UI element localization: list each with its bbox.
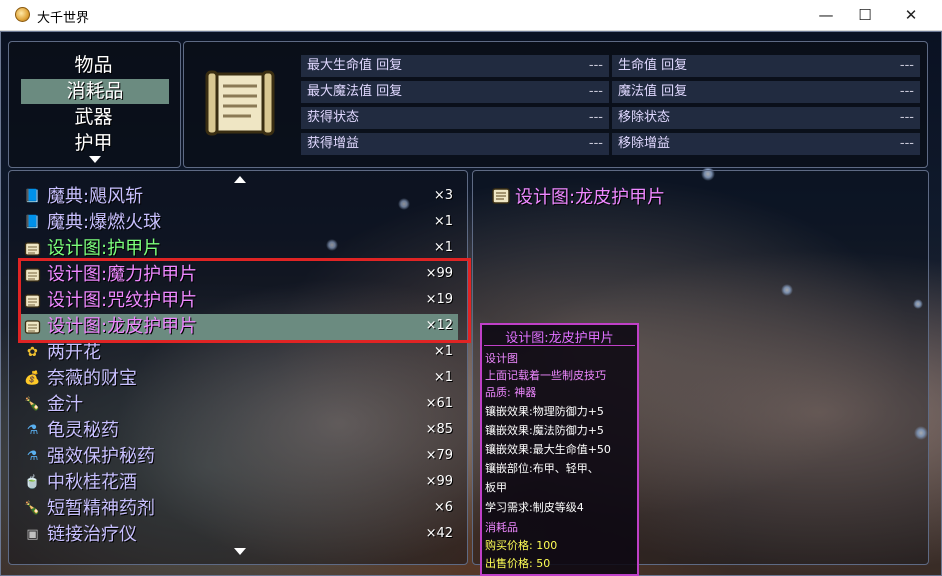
- item-count: ×42: [425, 526, 453, 541]
- potion-icon: ⚗: [26, 449, 39, 464]
- item-row[interactable]: 🍾 短暂精神药剂 ×6: [18, 496, 458, 522]
- item-row[interactable]: 📘 魔典:爆燃火球 ×1: [18, 210, 458, 236]
- category-scroll-down-icon[interactable]: [89, 156, 101, 163]
- item-name: 短暂精神药剂: [47, 498, 155, 519]
- item-name: 龟灵秘药: [47, 420, 119, 441]
- tooltip-title: 设计图:龙皮护甲片: [505, 331, 614, 346]
- item-count: ×99: [425, 474, 453, 489]
- item-count: ×3: [433, 188, 453, 203]
- item-name: 魔典:飓风斩: [47, 186, 144, 207]
- item-name: 两开花: [47, 342, 101, 363]
- game-viewport: 物品 消耗品 武器 护甲 最大生命值 回复 --- 最大魔法值 回复 --- 获得状…: [0, 31, 942, 576]
- tooltip-effect-3: 镶嵌效果:最大生命值+50: [485, 443, 611, 456]
- stat-max-mp-recovery: 最大魔法值 回复 ---: [301, 81, 609, 103]
- stat-remove-state: 移除状态 ---: [612, 107, 920, 129]
- window-titlebar: 大千世界 — ☐ ✕: [0, 0, 942, 31]
- bottle-icon: 🍾: [24, 397, 41, 412]
- item-row[interactable]: ▣ 链接治疗仪 ×42: [18, 522, 458, 548]
- item-name: 链接治疗仪: [47, 524, 137, 545]
- bottle-icon: 🍾: [24, 501, 41, 516]
- item-name: 中秋桂花酒: [47, 472, 137, 493]
- item-row[interactable]: 💰 奈薇的财宝 ×1: [18, 366, 458, 392]
- stat-gain-state: 获得状态 ---: [301, 107, 609, 129]
- app-logo-icon: [15, 7, 30, 22]
- category-weapons[interactable]: 武器: [9, 105, 178, 130]
- tooltip-effect-4: 镶嵌部位:布甲、轻甲、: [485, 462, 599, 475]
- item-name: 奈薇的财宝: [47, 368, 137, 389]
- stat-hp-recovery: 生命值 回复 ---: [612, 55, 920, 77]
- item-tooltip: 设计图:龙皮护甲片 设计图 上面记载着一些制皮技巧 品质: 神器 镶嵌效果:物理…: [480, 323, 639, 576]
- item-count: ×1: [433, 214, 453, 229]
- maximize-button[interactable]: ☐: [842, 0, 888, 30]
- item-name: 金汁: [47, 394, 83, 415]
- list-scroll-up-icon[interactable]: [234, 176, 246, 183]
- item-count: ×6: [433, 500, 453, 515]
- item-count: ×79: [425, 448, 453, 463]
- item-count: ×1: [433, 344, 453, 359]
- item-row[interactable]: 🍾 金汁 ×61: [18, 392, 458, 418]
- category-consumables[interactable]: 消耗品: [21, 79, 169, 104]
- item-row[interactable]: 📘 魔典:飓风斩 ×3: [18, 184, 458, 210]
- item-row[interactable]: ⚗ 强效保护秘药 ×79: [18, 444, 458, 470]
- window-title: 大千世界: [37, 11, 90, 26]
- tooltip-effect-2: 镶嵌效果:魔法防御力+5: [485, 424, 604, 437]
- item-name: 强效保护秘药: [47, 446, 155, 467]
- stat-remove-buff: 移除增益 ---: [612, 133, 920, 155]
- tooltip-description: 上面记载着一些制皮技巧: [485, 369, 606, 382]
- tooltip-divider: [484, 345, 635, 346]
- book-icon: 📘: [24, 215, 41, 230]
- item-list-panel: 📘 魔典:飓风斩 ×3 📘 魔典:爆燃火球 ×1 设计图:护甲片 ×1 设计图:魔力护甲片 ×99…: [8, 170, 468, 565]
- item-count: ×61: [425, 396, 453, 411]
- close-button[interactable]: ✕: [888, 0, 934, 30]
- item-count: ×1: [433, 370, 453, 385]
- device-icon: ▣: [26, 527, 39, 542]
- item-row[interactable]: ⚗ 龟灵秘药 ×85: [18, 418, 458, 444]
- category-panel: 物品 消耗品 武器 护甲: [8, 41, 181, 168]
- stats-panel: 最大生命值 回复 --- 最大魔法值 回复 --- 获得状态 --- 获得增益 --- …: [183, 41, 928, 168]
- item-row[interactable]: ✿ 两开花 ×1: [18, 340, 458, 366]
- list-scroll-down-icon[interactable]: [234, 548, 246, 555]
- stat-mp-recovery: 魔法值 回复 ---: [612, 81, 920, 103]
- flower-icon: ✿: [27, 345, 38, 360]
- bowl-icon: 🍵: [24, 475, 41, 490]
- tooltip-effect-6: 学习需求:制皮等级4: [485, 501, 584, 514]
- selection-highlight-box: [18, 258, 471, 343]
- tooltip-effect-1: 镶嵌效果:物理防御力+5: [485, 405, 604, 418]
- category-items[interactable]: 物品: [9, 53, 178, 78]
- money-bag-icon: 💰: [24, 371, 41, 386]
- item-count: ×1: [433, 240, 453, 255]
- book-icon: 📘: [24, 189, 41, 204]
- tooltip-type: 设计图: [485, 352, 518, 365]
- tooltip-effect-5: 板甲: [485, 481, 507, 494]
- item-name: 魔典:爆燃火球: [47, 212, 162, 233]
- detail-scroll-icon: [491, 187, 511, 205]
- tooltip-quality: 品质: 神器: [485, 386, 537, 399]
- item-count: ×85: [425, 422, 453, 437]
- tooltip-buy-price: 购买价格: 100: [485, 539, 558, 552]
- stat-max-hp-recovery: 最大生命值 回复 ---: [301, 55, 609, 77]
- detail-item-title: 设计图:龙皮护甲片: [515, 187, 666, 208]
- tooltip-sell-price: 出售价格: 50: [485, 557, 551, 570]
- item-row[interactable]: 🍵 中秋桂花酒 ×99: [18, 470, 458, 496]
- tooltip-category: 消耗品: [485, 521, 518, 534]
- scroll-icon: [24, 241, 41, 257]
- stat-gain-buff: 获得增益 ---: [301, 133, 609, 155]
- item-preview-scroll-icon: [205, 68, 275, 138]
- category-armor[interactable]: 护甲: [9, 131, 178, 156]
- potion-icon: ⚗: [26, 423, 39, 438]
